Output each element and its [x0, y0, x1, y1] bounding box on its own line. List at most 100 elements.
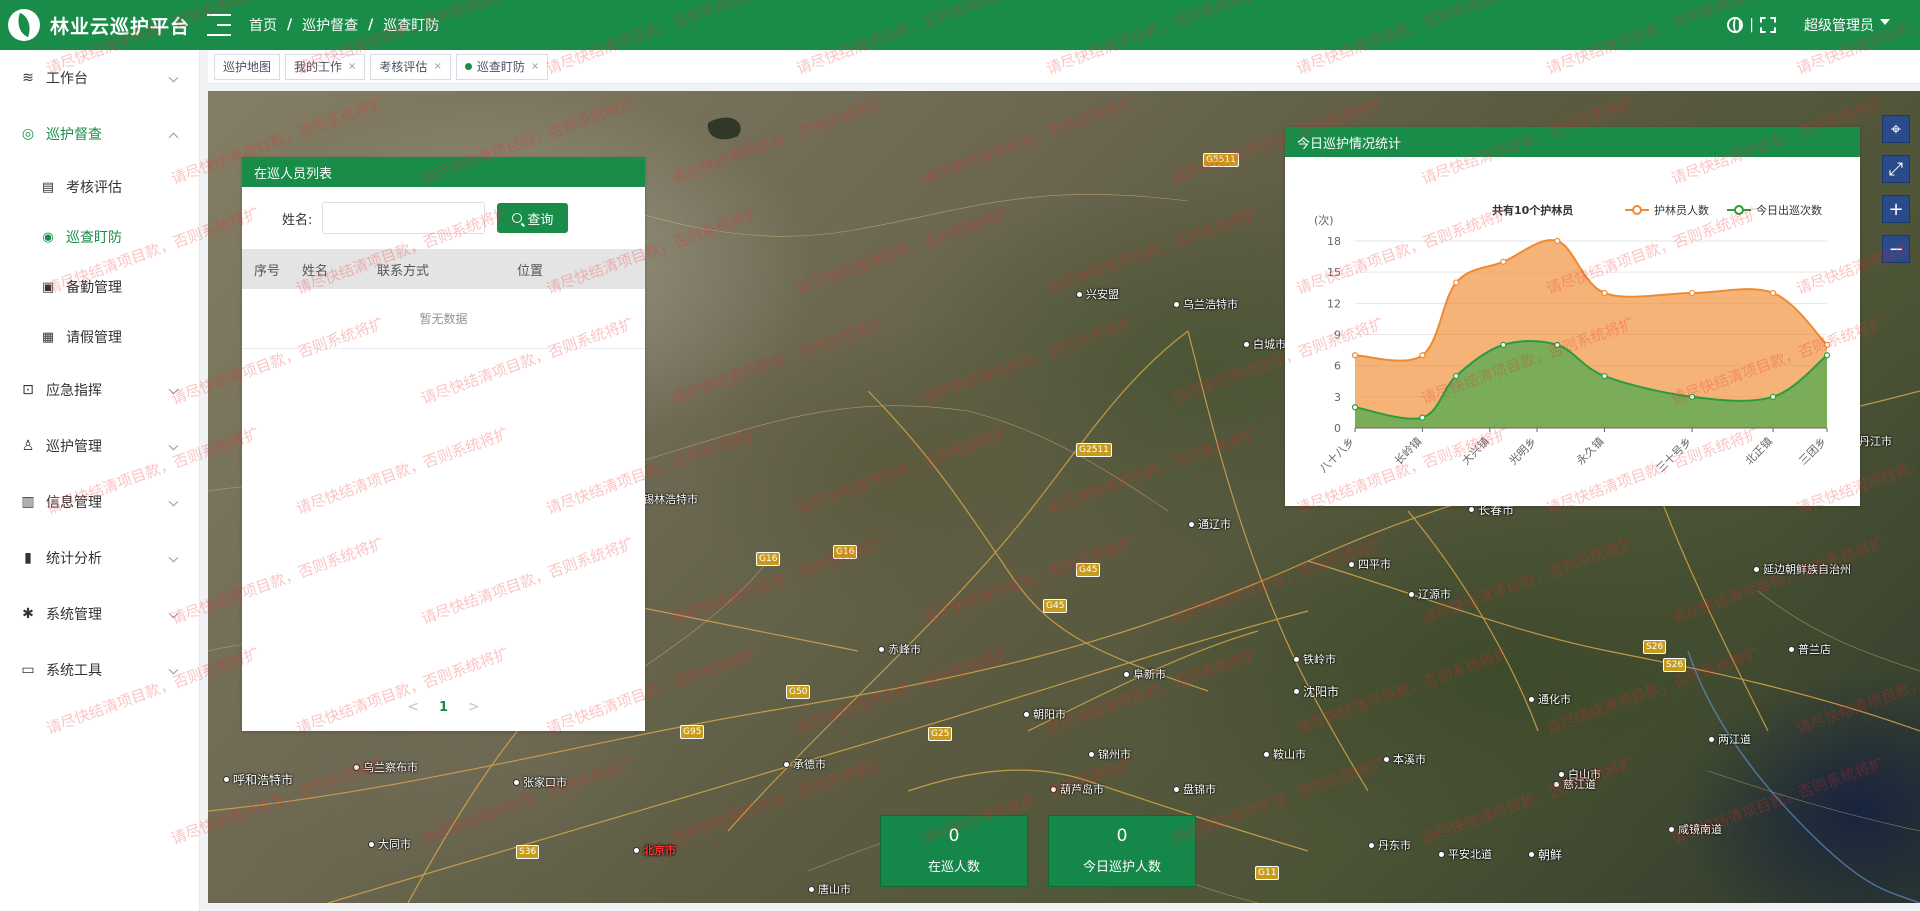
sidebar-subitem-patrol-watch[interactable]: ◉ 巡查盯防: [0, 212, 199, 262]
logo: 林业云巡护平台: [0, 9, 200, 41]
layers-icon: ≋: [22, 70, 34, 86]
map-label: 盘锦市: [1173, 781, 1216, 797]
page-number[interactable]: 1: [439, 700, 448, 715]
chart-summary: 共有10个护林员: [1492, 203, 1573, 217]
logo-leaf-icon: [8, 9, 40, 41]
tab-assessment[interactable]: 考核评估 ×: [370, 53, 451, 80]
sidebar-subitem-label: 考核评估: [66, 180, 122, 196]
highway-marker: G11: [1255, 866, 1280, 880]
sidebar-item-label: 巡护管理: [46, 439, 102, 455]
y-tick-label: 6: [1334, 360, 1341, 373]
breadcrumb-separator: /: [287, 17, 293, 33]
map-label: 四平市: [1348, 556, 1391, 572]
tab-label: 我的工作: [294, 60, 343, 74]
sidebar-item-emergency[interactable]: ⊡ 应急指挥: [0, 362, 199, 418]
sidebar-subitem-leave[interactable]: ▦ 请假管理: [0, 312, 199, 362]
data-point: [1419, 352, 1426, 359]
sidebar-item-workbench[interactable]: ≋ 工作台: [0, 50, 199, 106]
y-tick-label: 18: [1327, 235, 1341, 248]
info-icon: ▥: [21, 494, 35, 510]
chevron-down-icon: [168, 496, 179, 507]
highway-marker: G16: [756, 552, 781, 566]
map-fullscreen-icon[interactable]: ⤢: [1882, 155, 1910, 183]
sidebar-item-system-management[interactable]: ✱ 系统管理: [0, 586, 199, 642]
tab-my-work[interactable]: 我的工作 ×: [285, 53, 366, 80]
sidebar-item-label: 系统工具: [46, 663, 102, 679]
user-menu[interactable]: 超级管理员: [1804, 15, 1874, 35]
on-patrol-label: 在巡人数: [927, 860, 980, 875]
tab-patrol-watch[interactable]: 巡查盯防 ×: [455, 53, 549, 80]
fullscreen-icon[interactable]: [1760, 17, 1776, 33]
legend-marker: [1632, 205, 1642, 215]
highway-marker: G5511: [1203, 153, 1239, 167]
sidebar-item-label: 巡护督查: [46, 127, 102, 143]
map-label: 延边朝鲜族自治州: [1753, 561, 1851, 577]
language-globe-icon[interactable]: [1727, 17, 1744, 33]
sidebar-item-statistics[interactable]: ▮ 统计分析: [0, 530, 199, 586]
legend-label: 护林员人数: [1654, 203, 1709, 217]
query-button[interactable]: 查询: [497, 203, 569, 233]
data-point: [1554, 341, 1561, 348]
header-tools: | 超级管理员: [1721, 15, 1920, 35]
x-tick-label: 长岭镇: [1391, 434, 1424, 467]
search-icon: [512, 213, 523, 223]
x-tick-label: 北正镇: [1742, 434, 1775, 467]
highway-marker: G2511: [1076, 443, 1112, 457]
map-label: 咸镜南道: [1668, 821, 1722, 837]
close-icon[interactable]: ×: [531, 61, 539, 72]
data-point: [1823, 352, 1831, 359]
pagination: < 1 >: [242, 699, 645, 715]
breadcrumb-patrol-supervision[interactable]: 巡护督查: [302, 15, 358, 35]
chevron-down-icon[interactable]: [1880, 19, 1890, 25]
map-label: 乌兰浩特市: [1173, 296, 1238, 312]
chart-legend: 护林员人数 今日出巡次数: [1625, 203, 1822, 217]
chevron-down-icon: [168, 664, 179, 675]
sidebar-subitem-assessment[interactable]: ▤ 考核评估: [0, 162, 199, 212]
map-label: 普兰店: [1788, 641, 1831, 657]
map-label: 本溪市: [1383, 751, 1426, 767]
data-point: [1500, 341, 1507, 348]
top-header: 林业云巡护平台 首页 / 巡护督查 / 巡查盯防 | 超级管理员: [0, 0, 1920, 50]
map-label: 兴安盟: [1076, 286, 1119, 302]
sidebar-item-label: 系统管理: [46, 607, 102, 623]
sidebar-item-patrol-supervision[interactable]: ◎ 巡护督查: [0, 106, 199, 162]
map-location-icon[interactable]: ⌖: [1882, 115, 1910, 143]
sidebar-item-system-tools[interactable]: ▭ 系统工具: [0, 642, 199, 698]
briefcase-icon: ▣: [41, 279, 55, 295]
table-header: 序号 姓名 联系方式 位置: [242, 249, 645, 289]
sidebar-subitem-label: 巡查盯防: [66, 230, 122, 246]
menu-toggle-icon[interactable]: [207, 14, 231, 36]
sidebar-item-info-management[interactable]: ▥ 信息管理: [0, 474, 199, 530]
column-header: 联系方式: [377, 263, 430, 279]
next-page-button[interactable]: >: [468, 699, 480, 715]
close-icon[interactable]: ×: [348, 61, 356, 72]
breadcrumb-current: 巡查盯防: [383, 18, 440, 34]
zoom-in-button[interactable]: +: [1882, 195, 1910, 223]
panel-title: 在巡人员列表: [242, 157, 645, 187]
today-patrol-label: 今日巡护人数: [1082, 860, 1161, 875]
close-icon[interactable]: ×: [433, 61, 441, 72]
patrol-list-panel: 在巡人员列表 姓名: 查询 序号 姓名 联系方式 位置 暂无数据 < 1 >: [242, 157, 645, 731]
x-tick-label: 三团乡: [1797, 435, 1830, 468]
map-label: 鞍山市: [1263, 746, 1306, 762]
on-patrol-count: 0: [948, 826, 960, 846]
sidebar-subitem-standby[interactable]: ▣ 备勤管理: [0, 262, 199, 312]
sidebar-item-label: 应急指挥: [46, 383, 102, 399]
data-point: [1419, 414, 1426, 421]
tab-patrol-map[interactable]: 巡护地图: [214, 53, 281, 80]
breadcrumb-home[interactable]: 首页: [249, 15, 277, 35]
data-point: [1500, 258, 1507, 265]
y-tick-label: 0: [1334, 422, 1341, 435]
data-point: [1351, 352, 1359, 359]
sidebar-item-label: 统计分析: [46, 551, 102, 567]
prev-page-button[interactable]: <: [407, 699, 419, 715]
chevron-down-icon: [168, 440, 179, 451]
name-search-input[interactable]: [322, 202, 486, 234]
sidebar-item-patrol-management[interactable]: ♙ 巡护管理: [0, 418, 199, 474]
map-label: 沈阳市: [1293, 683, 1339, 700]
breadcrumb-separator: /: [368, 17, 374, 33]
sidebar-subitem-label: 请假管理: [66, 330, 122, 346]
zoom-out-button[interactable]: −: [1882, 235, 1910, 263]
y-tick-label: 15: [1327, 266, 1341, 279]
user-icon: ♙: [21, 438, 35, 454]
